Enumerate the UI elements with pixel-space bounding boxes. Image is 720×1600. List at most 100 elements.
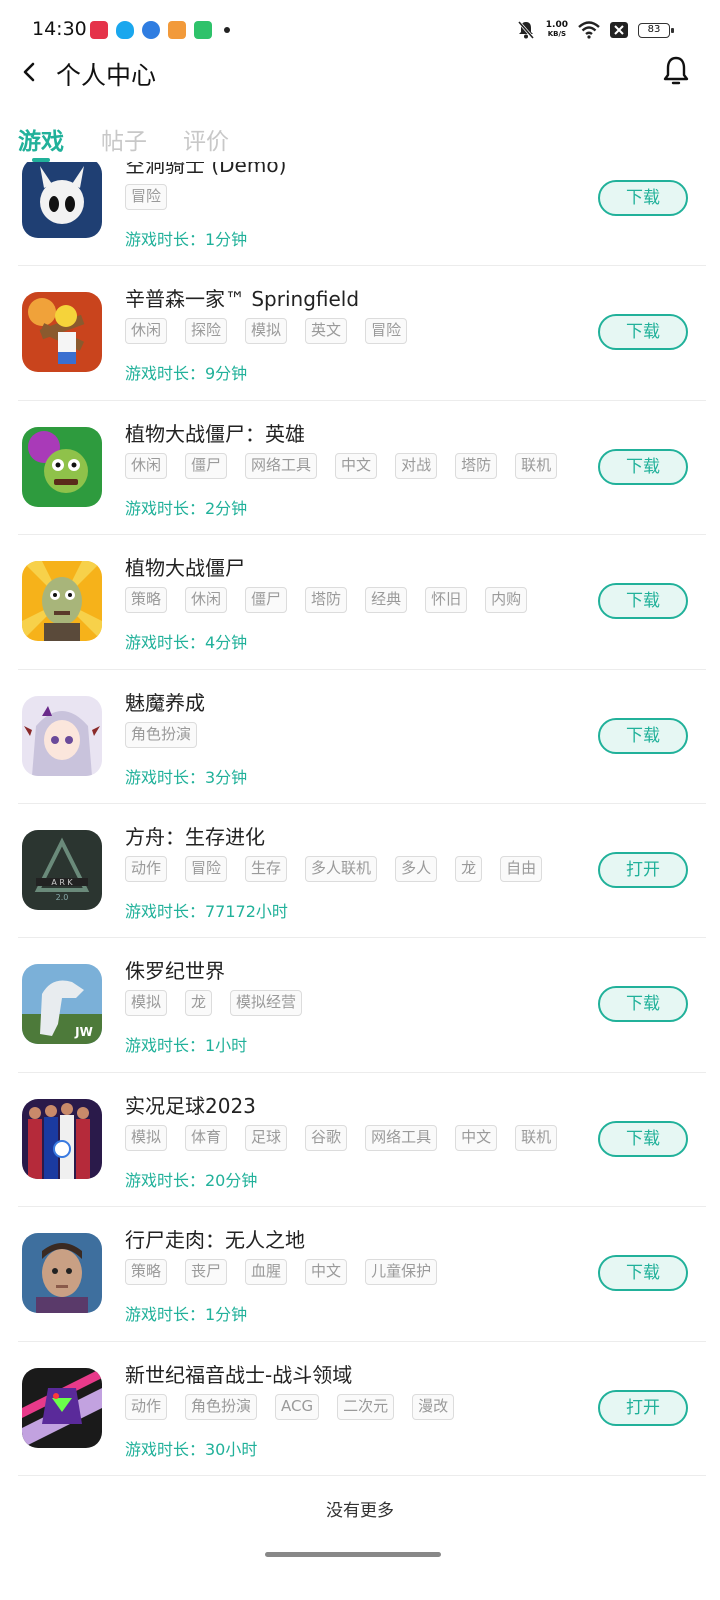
playtime-label: 游戏时长：1小时	[125, 1036, 248, 1056]
game-tag: 中文	[335, 452, 378, 479]
pvz-zombie-icon[interactable]	[22, 561, 102, 642]
game-tags: 动作 角色扮演 ACG 二次元 漫改	[125, 1393, 455, 1420]
notifications-button[interactable]	[660, 54, 692, 88]
game-tag: 龙	[185, 990, 213, 1017]
game-tags: 休闲 探险 模拟 英文 冒险	[125, 318, 408, 345]
game-tag: 休闲	[125, 452, 168, 479]
game-tag: 休闲	[185, 587, 228, 614]
game-tag: 角色扮演	[185, 1393, 258, 1420]
download-button[interactable]: 下载	[598, 448, 688, 485]
svg-text:JW: JW	[74, 1025, 93, 1039]
notification-icons	[90, 21, 230, 39]
evangelion-icon[interactable]	[22, 1367, 102, 1448]
list-item[interactable]: 辛普森一家™ Springfield 休闲 探险 模拟 英文 冒险 游戏时长：9分钟 下载	[0, 266, 720, 401]
game-name: 辛普森一家™ Springfield	[125, 287, 360, 312]
game-tag: 僵尸	[245, 587, 288, 614]
game-tag: ACG	[275, 1393, 320, 1420]
game-tag: 生存	[245, 855, 288, 882]
more-notifications-dot	[224, 27, 230, 33]
download-button[interactable]: 下载	[598, 180, 688, 216]
qq-icon	[116, 21, 134, 39]
tab-reviews[interactable]: 评价	[183, 122, 229, 156]
list-item[interactable]: JW 侏罗纪世界模拟龙模拟经营游戏时长：1小时 下载	[0, 938, 720, 1073]
open-button[interactable]: 打开	[598, 1389, 688, 1426]
app-header: 个人中心	[0, 50, 720, 96]
pvz-heroes-icon[interactable]	[22, 426, 102, 507]
chevron-left-icon	[23, 62, 35, 82]
game-tag: 冒险	[125, 184, 168, 210]
game-tag: 联机	[515, 452, 558, 479]
status-bar: 14:30 1.00 KB/S 83	[0, 0, 720, 56]
game-list[interactable]: 空洞骑士 (Demo) 冒险 游戏时长：1分钟 下载 辛普森一家™ Springfiel…	[0, 162, 720, 1482]
wechat-app-icon	[194, 21, 212, 39]
download-button[interactable]: 下载	[598, 986, 688, 1023]
game-name: 新世纪福音战士-战斗领域	[125, 1362, 353, 1387]
game-tag: 英文	[305, 318, 348, 345]
game-tag: 模拟	[125, 1124, 168, 1151]
battery-icon: 83	[638, 22, 674, 38]
game-tags: 模拟 体育 足球 谷歌 网络工具 中文 联机	[125, 1124, 558, 1151]
mute-bell-icon	[517, 21, 534, 39]
list-item[interactable]: 空洞骑士 (Demo) 冒险 游戏时长：1分钟 下载	[0, 162, 720, 267]
game-name: 侏罗纪世界	[125, 959, 225, 984]
game-tags: 模拟龙模拟经营	[125, 990, 303, 1017]
game-tag: 自由	[500, 855, 543, 882]
game-tag: 中文	[305, 1259, 348, 1286]
download-button[interactable]: 下载	[598, 583, 688, 620]
list-item[interactable]: 实况足球2023 模拟 体育 足球 谷歌 网络工具 中文 联机 游戏时长：20分钟 下载	[0, 1073, 720, 1208]
home-indicator[interactable]	[265, 1552, 441, 1557]
game-tag: 塔防	[455, 452, 498, 479]
game-tags: 冒险	[125, 184, 168, 210]
game-tag: 谷歌	[305, 1124, 348, 1151]
download-button[interactable]: 下载	[598, 1120, 688, 1157]
hollow-knight-icon[interactable]	[22, 162, 102, 238]
game-tag: 休闲	[125, 318, 168, 345]
game-name: 实况足球2023	[125, 1093, 256, 1118]
game-tag: 龙	[455, 855, 483, 882]
game-name: 空洞骑士 (Demo)	[125, 162, 287, 177]
game-tag: 中文	[455, 1124, 498, 1151]
playtime-label: 游戏时长：30小时	[125, 1439, 258, 1459]
game-tags: 角色扮演	[125, 721, 198, 748]
list-item[interactable]: A R K 2.0 方舟：生存进化动作 冒险 生存 多人联机 多人龙自由游戏时长：77172…	[0, 804, 720, 939]
game-tag: 动作	[125, 855, 168, 882]
game-list-content: 空洞骑士 (Demo) 冒险 游戏时长：1分钟 下载 辛普森一家™ Springfiel…	[0, 162, 720, 1476]
game-tag: 对战	[395, 452, 438, 479]
list-divider	[18, 1474, 706, 1476]
tab-posts[interactable]: 帖子	[101, 122, 147, 156]
open-button[interactable]: 打开	[598, 851, 688, 888]
tab-games[interactable]: 游戏	[18, 122, 64, 156]
game-tag: 内购	[485, 587, 528, 614]
game-tag: 漫改	[412, 1393, 455, 1420]
game-tag: 角色扮演	[125, 721, 198, 748]
playtime-label: 游戏时长：3分钟	[125, 767, 248, 787]
download-button[interactable]: 下载	[598, 314, 688, 351]
game-tag: 网络工具	[245, 452, 318, 479]
game-tags: 动作 冒险 生存 多人联机 多人龙自由	[125, 855, 543, 882]
ark-icon[interactable]: A R K 2.0	[22, 829, 102, 910]
svg-text:A R K: A R K	[51, 878, 73, 887]
walking-dead-icon[interactable]	[22, 1233, 102, 1314]
playtime-label: 游戏时长：77172小时	[125, 901, 288, 921]
anime-girl-icon[interactable]	[22, 695, 102, 776]
download-button[interactable]: 下载	[598, 717, 688, 754]
list-item[interactable]: 植物大战僵尸 策略 休闲 僵尸 塔防 经典 怀旧 内购 游戏时长：4分钟 下载	[0, 535, 720, 670]
list-item[interactable]: 植物大战僵尸：英雄 休闲 僵尸 网络工具 中文 对战 塔防 联机 游戏时长：2分钟 下载	[0, 401, 720, 536]
playtime-label: 游戏时长：1分钟	[125, 1305, 248, 1325]
back-button[interactable]	[14, 56, 46, 88]
simpsons-icon[interactable]	[22, 292, 102, 373]
game-tag: 血腥	[245, 1259, 288, 1286]
list-item[interactable]: 行尸走肉：无人之地 策略 丧尸 血腥 中文 儿童保护 游戏时长：1分钟 下载	[0, 1207, 720, 1342]
jurassic-world-icon[interactable]: JW	[22, 964, 102, 1045]
system-status-icons: 1.00 KB/S 83	[516, 20, 674, 40]
game-name: 植物大战僵尸	[125, 556, 245, 581]
download-button[interactable]: 下载	[598, 1255, 688, 1292]
game-name: 方舟：生存进化	[125, 824, 265, 849]
efootball-icon[interactable]	[22, 1098, 102, 1179]
game-tag: 联机	[515, 1124, 558, 1151]
game-tag: 冒险	[185, 855, 228, 882]
list-item[interactable]: 魅魔养成 角色扮演 游戏时长：3分钟 下载	[0, 670, 720, 804]
list-item[interactable]: 新世纪福音战士-战斗领域 动作 角色扮演 ACG 二次元 漫改 游戏时长：30小时 打开	[0, 1342, 720, 1476]
game-tags: 策略 丧尸 血腥 中文 儿童保护	[125, 1259, 438, 1286]
game-tag: 塔防	[305, 587, 348, 614]
